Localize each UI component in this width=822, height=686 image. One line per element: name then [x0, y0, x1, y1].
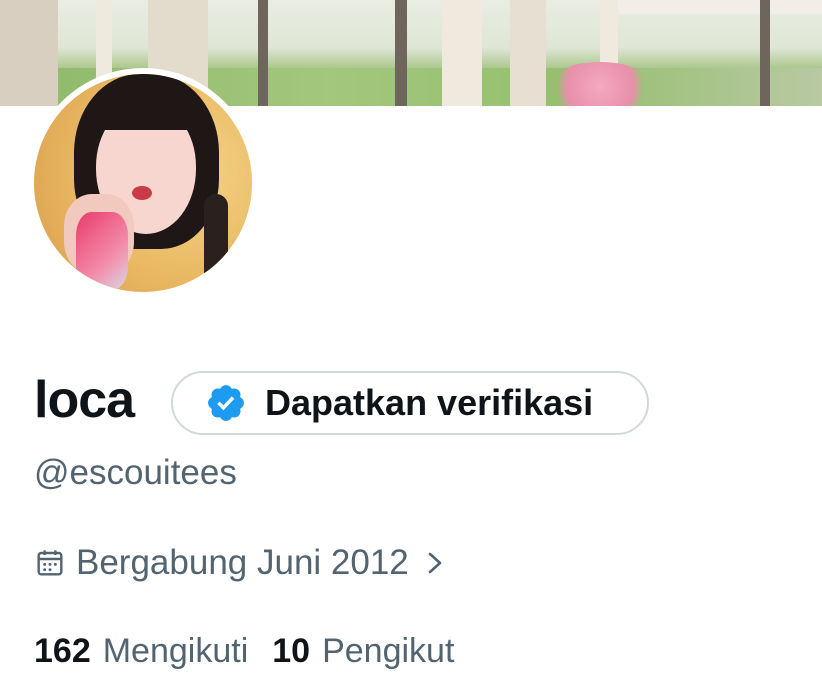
verified-badge-icon: [208, 385, 244, 421]
avatar-bangs: [92, 92, 202, 130]
banner-tree: [258, 0, 268, 106]
username-handle: @escouitees: [34, 453, 237, 492]
join-date-label: Bergabung Juni 2012: [76, 543, 409, 582]
following-label: Mengikuti: [102, 632, 249, 670]
following-link[interactable]: 162 Mengikuti: [34, 632, 248, 671]
join-date[interactable]: Bergabung Juni 2012: [34, 540, 447, 586]
calendar-icon: [37, 550, 63, 576]
banner-tree: [395, 0, 407, 106]
followers-count: 10: [272, 632, 311, 670]
banner-window-frame: [510, 0, 546, 106]
avatar-braid: [204, 194, 228, 284]
followers-label: Pengikut: [322, 632, 455, 670]
get-verified-label: Dapatkan verifikasi: [265, 382, 594, 423]
banner-window-frame: [442, 0, 482, 106]
follow-stats: 162 Mengikuti 10 Pengikut: [34, 632, 454, 671]
avatar-mouth: [132, 186, 152, 200]
banner-flowers: [545, 62, 655, 106]
banner-tree: [760, 0, 770, 106]
avatar[interactable]: [34, 74, 252, 292]
banner-window-frame: [0, 0, 58, 106]
get-verified-button[interactable]: Dapatkan verifikasi: [171, 371, 649, 435]
banner-window-frame: [600, 0, 822, 14]
display-name: loca: [34, 371, 135, 429]
following-count: 162: [34, 632, 91, 670]
avatar-sleeve: [76, 212, 128, 290]
followers-link[interactable]: 10 Pengikut: [272, 632, 454, 671]
chevron-right-icon: [428, 552, 442, 574]
